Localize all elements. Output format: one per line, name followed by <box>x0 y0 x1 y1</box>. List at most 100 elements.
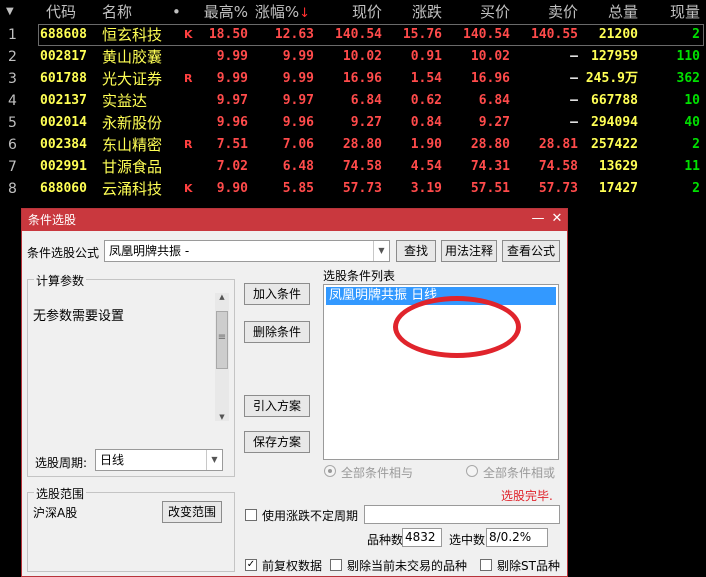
col-header-ask[interactable]: 卖价 <box>514 0 578 24</box>
radio-and[interactable] <box>324 465 336 477</box>
scroll-up-icon[interactable]: ▲ <box>215 293 229 301</box>
variable-period-label[interactable]: 使用涨跌不定周期 <box>262 507 358 524</box>
cell-volume: 17427 <box>598 181 638 196</box>
table-row[interactable]: 2 002817 黄山胶囊 9.99 9.99 10.02 0.91 10.02 — 127959… <box>0 46 706 68</box>
col-header-volume[interactable]: 总量 <box>584 0 638 24</box>
usage-notes-button[interactable]: 用法注释 <box>441 240 497 262</box>
cell-ask: — <box>570 93 578 108</box>
cell-code: 002384 <box>40 137 87 152</box>
cell-code: 688060 <box>40 181 87 196</box>
table-row[interactable]: 8 688060 云涌科技 K 9.90 5.85 57.73 3.19 57.51 57.73 1… <box>0 178 706 200</box>
change-scope-button[interactable]: 改变范围 <box>162 501 222 523</box>
scroll-thumb[interactable]: ≡ <box>216 311 228 369</box>
cell-code: 002137 <box>40 93 87 108</box>
cell-ask: 28.81 <box>538 137 578 152</box>
import-plan-button[interactable]: 引入方案 <box>244 395 310 417</box>
cell-change-pct: 9.97 <box>282 93 314 108</box>
cell-current-volume: 110 <box>676 49 700 64</box>
cell-change: 15.76 <box>402 27 442 42</box>
delete-condition-button[interactable]: 删除条件 <box>244 321 310 343</box>
count-value: 4832 <box>405 530 436 544</box>
cell-volume: 257422 <box>591 137 638 152</box>
formula-select[interactable]: 凤凰明牌共振 - ▼ <box>104 240 390 262</box>
col-header-change-pct[interactable]: 涨幅%↓ <box>252 0 310 24</box>
cell-bid: 28.80 <box>470 137 510 152</box>
cell-code: 002014 <box>40 115 87 130</box>
exclude-st-label[interactable]: 剔除ST品种 <box>497 557 560 574</box>
selected-value: 8/0.2% <box>489 530 532 544</box>
exclude-suspended-label[interactable]: 剔除当前未交易的品种 <box>347 557 467 574</box>
col-header-change-pct-label: 涨幅% <box>254 3 300 21</box>
cell-price: 6.84 <box>350 93 382 108</box>
cell-change: 0.91 <box>410 49 442 64</box>
cell-name: 恒玄科技 <box>102 26 163 44</box>
col-header-code[interactable]: 代码 <box>46 0 102 24</box>
cell-change-pct: 9.99 <box>282 71 314 86</box>
variable-period-checkbox[interactable] <box>245 509 257 521</box>
prev-adjust-checkbox[interactable]: ✓ <box>245 559 257 571</box>
col-header-high-pct[interactable]: 最高% <box>190 0 248 24</box>
cell-change: 4.54 <box>410 159 442 174</box>
cell-high-pct: 7.51 <box>216 137 248 152</box>
close-icon[interactable]: ✕ <box>549 209 565 229</box>
period-select[interactable]: 日线 ▼ <box>95 449 223 471</box>
table-row[interactable]: 3 601788 光大证券 R 9.99 9.99 16.96 1.54 16.96—245.9… <box>0 68 706 90</box>
cell-bid: 10.02 <box>470 49 510 64</box>
dialog-titlebar[interactable]: 条件选股 — ✕ <box>22 209 567 231</box>
table-row[interactable]: 5 002014 永新股份 9.96 9.96 9.27 0.84 9.27 — 294094 40 <box>0 112 706 134</box>
view-formula-button[interactable]: 查看公式 <box>502 240 560 262</box>
cell-ask: — <box>570 49 578 64</box>
cell-price: 28.80 <box>342 137 382 152</box>
stock-quote-table: ▼ 代码 名称 • 最高% 涨幅%↓ 现价 涨跌 买价 卖价 总量 现量 1 68… <box>0 0 706 200</box>
table-row[interactable]: 1 688608 恒玄科技 K 18.50 12.63 140.54 15.76 140.54 1… <box>0 24 706 46</box>
radio-and-label[interactable]: 全部条件相与 <box>341 464 413 481</box>
cell-change: 0.62 <box>410 93 442 108</box>
add-condition-button[interactable]: 加入条件 <box>244 283 310 305</box>
cell-volume: 667788 <box>591 93 638 108</box>
cell-code: 688608 <box>40 27 87 42</box>
cell-code: 002817 <box>40 49 87 64</box>
cell-bid: 16.96 <box>470 71 510 86</box>
exclude-suspended-checkbox[interactable] <box>330 559 342 571</box>
col-header-current-volume[interactable]: 现量 <box>646 0 700 24</box>
sort-desc-arrow-icon: ↓ <box>299 6 310 21</box>
period-dropdown-icon[interactable]: ▼ <box>206 450 222 470</box>
col-header-dot[interactable]: • <box>172 0 182 24</box>
cell-price: 16.96 <box>342 71 382 86</box>
col-header-change[interactable]: 涨跌 <box>386 0 442 24</box>
cell-change: 0.84 <box>410 115 442 130</box>
formula-dropdown-icon[interactable]: ▼ <box>373 241 389 261</box>
cell-bid: 74.31 <box>470 159 510 174</box>
exclude-st-checkbox[interactable] <box>480 559 492 571</box>
status-text: 选股完毕. <box>501 489 553 503</box>
params-scrollbar[interactable]: ▲ ≡ ▼ <box>215 293 229 421</box>
cell-code: 601788 <box>40 71 87 86</box>
save-plan-button[interactable]: 保存方案 <box>244 431 310 453</box>
radio-or[interactable] <box>466 465 478 477</box>
col-header-price[interactable]: 现价 <box>318 0 382 24</box>
radio-or-label[interactable]: 全部条件相或 <box>483 464 555 481</box>
cell-volume: 245.9万 <box>585 71 638 86</box>
variable-period-input[interactable] <box>364 505 560 524</box>
cell-bid: 6.84 <box>478 93 510 108</box>
col-header-bid[interactable]: 买价 <box>446 0 510 24</box>
params-group-title: 计算参数 <box>34 272 87 289</box>
selected-value-box: 8/0.2% <box>486 528 548 547</box>
find-button[interactable]: 查找 <box>396 240 436 262</box>
scroll-down-icon[interactable]: ▼ <box>215 413 229 421</box>
cell-name: 光大证券 <box>102 70 163 88</box>
cell-name: 黄山胶囊 <box>102 48 163 66</box>
period-select-value: 日线 <box>100 453 125 467</box>
cell-price: 57.73 <box>342 181 382 196</box>
collapse-triangle-icon[interactable]: ▼ <box>6 0 20 24</box>
table-row[interactable]: 7 002991 甘源食品 7.02 6.48 74.58 4.54 74.31 74.58 13… <box>0 156 706 178</box>
period-label: 选股周期: <box>35 456 88 470</box>
prev-adjust-label[interactable]: 前复权数据 <box>262 557 322 574</box>
table-row[interactable]: 4 002137 实益达 9.97 9.97 6.84 0.62 6.84 — 667788 10 <box>0 90 706 112</box>
col-header-name[interactable]: 名称 <box>102 0 174 24</box>
cell-current-volume: 40 <box>684 115 700 130</box>
cell-no: 3 <box>8 71 17 87</box>
table-row[interactable]: 6 002384 东山精密 R 7.51 7.06 28.80 1.90 28.80 28.81 2… <box>0 134 706 156</box>
cell-change: 1.54 <box>410 71 442 86</box>
minimize-icon[interactable]: — <box>530 209 546 229</box>
